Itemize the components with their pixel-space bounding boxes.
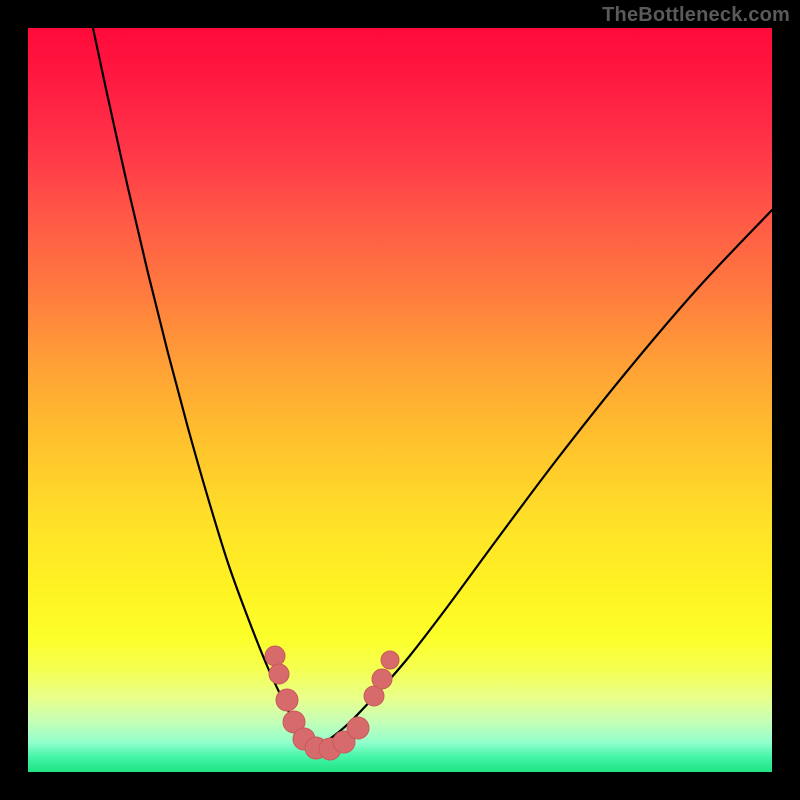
bottleneck-curve-right: [313, 210, 772, 748]
trough-marker: [347, 717, 369, 739]
chart-frame: TheBottleneck.com: [0, 0, 800, 800]
trough-marker: [269, 664, 289, 684]
trough-marker: [372, 669, 392, 689]
trough-marker: [381, 651, 399, 669]
trough-marker: [265, 646, 285, 666]
watermark-text: TheBottleneck.com: [602, 4, 790, 27]
curve-layer: [28, 28, 772, 772]
trough-marker: [276, 689, 298, 711]
plot-area: [28, 28, 772, 772]
trough-markers: [265, 646, 399, 760]
bottleneck-curve-left: [93, 28, 313, 748]
